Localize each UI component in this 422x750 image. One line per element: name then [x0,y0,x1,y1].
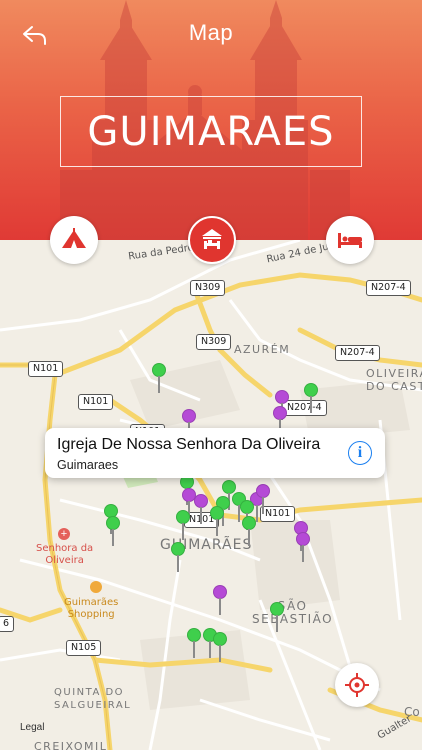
map-pin[interactable] [187,628,201,658]
map-pin[interactable] [171,542,185,572]
page-title: Map [188,20,234,45]
shopping-icon [90,581,102,593]
hospital-icon: + [58,528,70,540]
road-shield: N101 [78,394,114,410]
map-pin[interactable] [270,602,284,632]
road-shield: N207-4 [366,280,411,296]
map-pin[interactable] [304,383,318,413]
category-attractions-button[interactable] [50,216,98,264]
map-pin[interactable] [152,363,166,393]
location-callout[interactable]: Igreja De Nossa Senhora Da Oliveira Guim… [45,428,385,478]
map-pin[interactable] [256,484,270,514]
map-pin[interactable] [210,506,224,536]
area-label-azurem: AZURÉM [234,343,291,356]
city-name: GUIMARAES [87,108,335,155]
road-shield: N105 [66,640,102,656]
locate-me-button[interactable] [335,663,379,707]
map-pin[interactable] [213,585,227,615]
callout-subtitle: Guimaraes [57,458,119,472]
map-pin[interactable] [194,494,208,524]
poi-label-hospital: Senhora da Oliveira [36,543,94,566]
city-title-box: GUIMARAES [60,96,362,167]
map-legal-link[interactable]: Legal [20,722,44,733]
crosshair-icon [345,673,369,697]
area-label-oliveira: OLIVEIRA DO CASTEL [366,367,422,393]
header-banner: Map GUIMARAES [0,0,422,240]
area-label-sao-sebastiao: SÃO SEBASTIÃO [252,599,334,626]
category-hotels-button[interactable] [188,216,236,264]
map-pin[interactable] [242,516,256,546]
bed-icon [338,233,362,248]
road-shield: N309 [196,334,232,350]
circus-tent-icon [62,228,86,248]
map-pin[interactable] [176,510,190,540]
area-label-co: Co [404,705,420,719]
area-label-creixomil: CREIXOMIL [34,740,108,750]
road-shield: N309 [190,280,226,296]
info-icon[interactable]: i [348,441,372,465]
map-pin[interactable] [106,516,120,546]
road-shield: 6 [0,616,15,632]
callout-title: Igreja De Nossa Senhora Da Oliveira [57,436,321,453]
hotel-icon [202,229,222,249]
road-shield: N101 [28,361,64,377]
poi-label-shopping: Guimarães Shopping [64,597,119,620]
category-accommodation-button[interactable] [326,216,374,264]
road-shield: N207-4 [335,345,380,361]
map-pin[interactable] [213,632,227,662]
area-label-quinta: QUINTA DO SALGUEIRAL [54,687,132,711]
map-pin[interactable] [296,532,310,562]
